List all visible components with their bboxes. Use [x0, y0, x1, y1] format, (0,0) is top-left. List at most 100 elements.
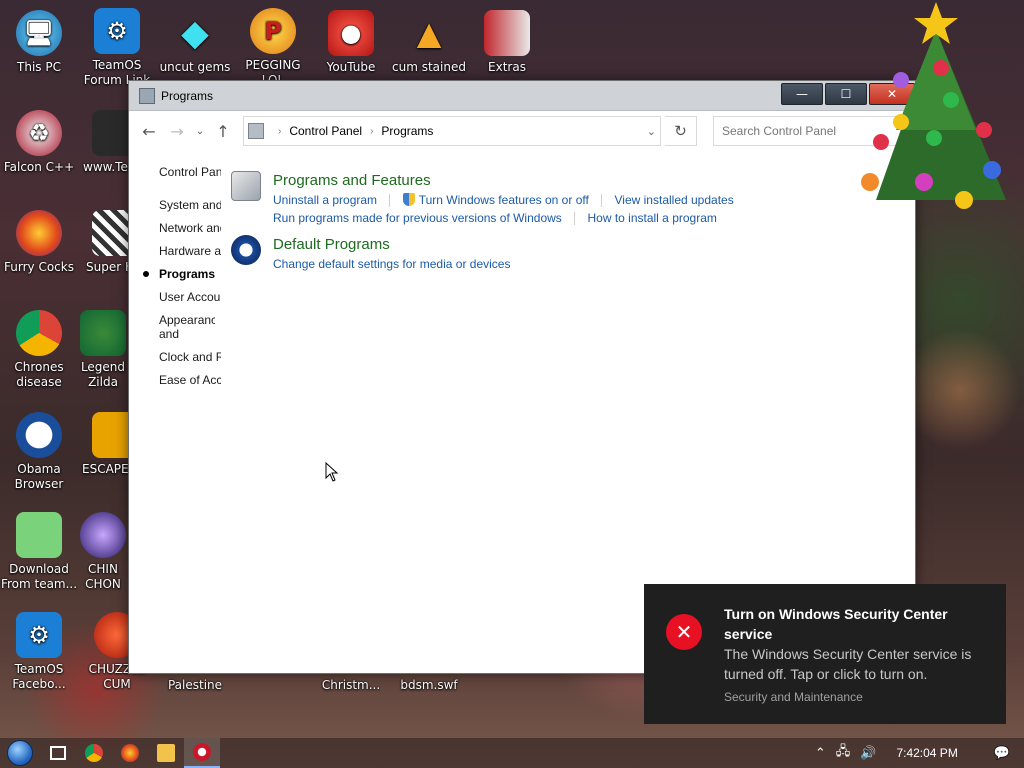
control-panel-icon	[248, 123, 264, 139]
desktop-icon-bdsm-swf[interactable]: bdsm.swf	[390, 678, 468, 693]
recycle-icon: ♻	[16, 110, 62, 156]
window-title: Programs	[161, 88, 214, 103]
nav-programs[interactable]: Programs	[129, 267, 221, 281]
default-programs-heading[interactable]: Default Programs	[273, 235, 510, 255]
desktop-icon-falcon[interactable]: ♻ Falcon C++	[0, 110, 78, 175]
control-panel-taskbar-icon[interactable]	[184, 738, 220, 768]
obama-logo-icon	[16, 412, 62, 458]
chrome-taskbar-icon[interactable]	[76, 738, 112, 768]
orb-icon	[80, 512, 126, 558]
desktop-icon-extras[interactable]: Extras	[468, 10, 546, 75]
icon-label: Legend Zilda	[80, 360, 126, 389]
security-notification[interactable]: ✕ Turn on Windows Security Center servic…	[644, 584, 1006, 724]
desktop-icon-christmas[interactable]: Christm...	[312, 678, 390, 693]
nav-clock-region[interactable]: Clock and Region	[129, 350, 221, 364]
volume-icon[interactable]: 🔊	[860, 745, 876, 761]
icon-label: Extras	[488, 60, 526, 74]
icon-label: Christm...	[321, 678, 381, 692]
gem-icon: ◆	[181, 12, 209, 54]
address-bar[interactable]: › Control Panel › Programs ⌄	[243, 116, 661, 146]
computer-icon: 🖥	[16, 10, 62, 56]
notepad-icon	[16, 512, 62, 558]
nav-appearance[interactable]: Appearance and Personalization	[129, 313, 215, 341]
compatibility-link[interactable]: Run programs made for previous versions …	[273, 209, 562, 227]
recent-locations-chevron-icon[interactable]: ⌄	[193, 119, 207, 143]
nav-user-accounts[interactable]: User Accounts	[129, 290, 221, 304]
icon-label: ESCAPE	[82, 462, 128, 476]
icon-label: Super H	[86, 260, 128, 274]
mouse-cursor-icon	[325, 462, 339, 482]
firefox-taskbar-icon[interactable]	[112, 738, 148, 768]
desktop-icon-furry[interactable]: Furry Cocks	[0, 210, 78, 275]
notification-title: Turn on Windows Security Center service	[724, 606, 948, 642]
left-navigation: Control Panel Home System and Security N…	[129, 151, 221, 396]
peggle-icon: P	[250, 8, 296, 54]
desktop-icon-uncut-gems[interactable]: ◆ uncut gems	[156, 10, 234, 75]
desktop-icon-youtube[interactable]: ● YouTube	[312, 10, 390, 75]
windows-orb-icon	[7, 740, 33, 766]
show-hidden-icons-chevron-icon[interactable]: ⌃	[815, 745, 826, 761]
breadcrumb-programs[interactable]: Programs	[381, 124, 433, 138]
desktop-icon-teamos-forum[interactable]: ⚙ TeamOS Forum Link	[78, 8, 156, 88]
desktop-icon-escape[interactable]: ESCAPE	[78, 412, 128, 477]
breadcrumb-control-panel[interactable]: Control Panel	[289, 124, 362, 138]
category-default-programs: Default Programs Change default settings…	[231, 235, 734, 273]
desktop-icon-legend[interactable]: Legend Zilda	[78, 310, 128, 390]
breadcrumb-chevron-icon[interactable]: ›	[370, 126, 373, 137]
game-icon	[92, 210, 128, 256]
desktop-icon-cum-stained[interactable]: ▲ cum stained	[390, 10, 468, 75]
desktop-icon-palestine[interactable]: Palestine	[156, 678, 234, 693]
christmas-tree-decoration	[861, 2, 1006, 209]
uninstall-program-link[interactable]: Uninstall a program	[273, 191, 377, 209]
start-button[interactable]	[0, 738, 40, 768]
chrome-icon	[16, 310, 62, 356]
link-divider	[389, 194, 391, 208]
desktop-icon-super-h[interactable]: Super H	[78, 210, 128, 275]
windows-features-link[interactable]: Turn Windows features on or off	[419, 191, 589, 209]
address-dropdown-icon[interactable]: ⌄	[647, 125, 656, 138]
desktop-icon-download[interactable]: Download From team...	[0, 512, 78, 592]
desktop-icon-this-pc[interactable]: 🖥 This PC	[0, 10, 78, 75]
minimize-button[interactable]: —	[781, 83, 823, 105]
up-arrow-icon[interactable]: ↑	[211, 119, 235, 143]
clock[interactable]: 7:42:04 PM	[896, 746, 957, 760]
action-center-icon[interactable]: 💬	[994, 745, 1010, 761]
gear-icon: ⚙	[16, 612, 62, 658]
angry-bird-icon: ●	[328, 10, 374, 56]
task-view-icon[interactable]	[40, 738, 76, 768]
desktop-icon-teamos-facebook[interactable]: ⚙ TeamOS Facebo...	[0, 612, 78, 692]
icon-label: This PC	[17, 60, 61, 74]
taskbar: ⌃ 🖧 🔊 7:42:04 PM 💬	[0, 738, 1024, 768]
nav-control-panel-home[interactable]: Control Panel Home	[129, 165, 221, 179]
desktop-icon-chrones[interactable]: Chrones disease	[0, 310, 78, 390]
installed-updates-link[interactable]: View installed updates	[615, 191, 734, 209]
back-arrow-icon[interactable]: ←	[137, 119, 161, 143]
change-defaults-link[interactable]: Change default settings for media or dev…	[273, 255, 510, 273]
icon-label: bdsm.swf	[400, 678, 458, 692]
breadcrumb-chevron-icon[interactable]: ›	[278, 126, 281, 137]
desktop-icon-obama[interactable]: Obama Browser	[0, 412, 78, 492]
file-explorer-icon[interactable]	[148, 738, 184, 768]
nav-hardware-sound[interactable]: Hardware and Sound	[129, 244, 221, 258]
network-icon[interactable]: 🖧	[836, 742, 851, 764]
icon-label: YouTube	[326, 60, 376, 74]
category-programs-features: Programs and Features Uninstall a progra…	[231, 171, 734, 227]
icon-label: www.Tea	[83, 160, 128, 174]
gear-icon: ⚙	[94, 8, 140, 54]
web-shortcut-icon	[92, 110, 128, 156]
desktop-icon-pegging[interactable]: P PEGGING LOL	[234, 8, 312, 88]
title-bar[interactable]: Programs — ☐ ✕	[129, 81, 915, 111]
mahjong-icon	[92, 412, 128, 458]
programs-features-heading[interactable]: Programs and Features	[273, 171, 734, 191]
nav-network-internet[interactable]: Network and Internet	[129, 221, 221, 235]
notification-source: Security and Maintenance	[724, 690, 863, 704]
forward-arrow-icon[interactable]: →	[165, 119, 189, 143]
desktop-icon-www[interactable]: www.Tea	[78, 110, 128, 175]
nav-ease-of-access[interactable]: Ease of Access	[129, 373, 221, 387]
refresh-icon[interactable]: ↻	[665, 116, 697, 146]
content-area: Control Panel Home System and Security N…	[129, 151, 915, 396]
link-divider	[574, 212, 576, 226]
nav-system-security[interactable]: System and Security	[129, 198, 221, 212]
desktop-icon-chin-chon[interactable]: CHIN CHON	[78, 512, 128, 592]
how-to-install-link[interactable]: How to install a program	[587, 209, 716, 227]
